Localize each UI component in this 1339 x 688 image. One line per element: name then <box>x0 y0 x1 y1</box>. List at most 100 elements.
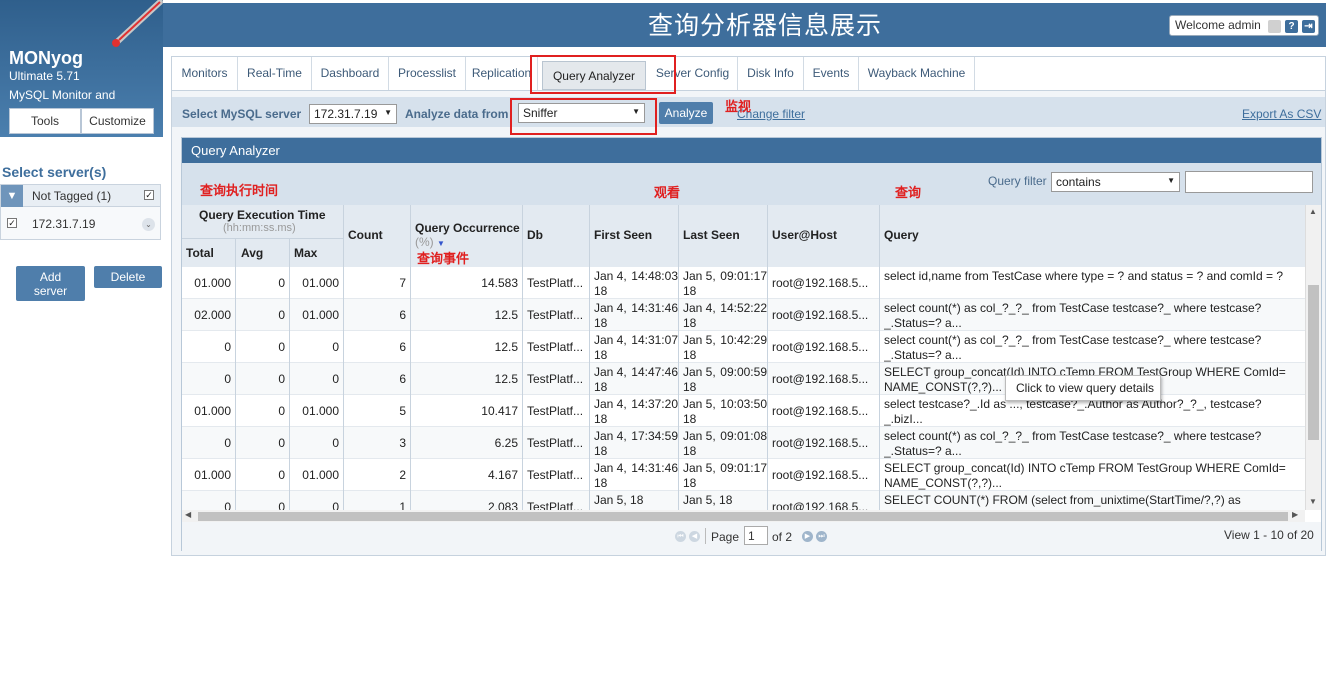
last-page-icon[interactable]: ⏭ <box>816 531 827 542</box>
tab-processlist[interactable]: Processlist <box>389 57 466 90</box>
scroll-left-icon[interactable]: ◀ <box>185 510 191 519</box>
cell-db: TestPlatf... <box>527 468 584 482</box>
tab-events[interactable]: Events <box>804 57 859 90</box>
query-filter-input[interactable] <box>1185 171 1313 193</box>
cell-last: Jan 5, 18 <box>683 493 733 507</box>
tools-button[interactable]: Tools <box>9 108 81 134</box>
table-row[interactable]: 0 0 0 3 6.25 TestPlatf... Jan 4, 18 17:34:59 Jan… <box>182 427 1305 459</box>
cell-db: TestPlatf... <box>527 404 584 418</box>
header-occurrence-unit: (%) <box>415 235 434 249</box>
delete-server-button[interactable]: Delete <box>94 266 162 288</box>
tab-disk-info[interactable]: Disk Info <box>738 57 804 90</box>
header-max[interactable]: Max <box>294 246 317 260</box>
header-count[interactable]: Count <box>348 228 383 242</box>
scroll-down-icon[interactable]: ▼ <box>1309 497 1317 506</box>
header-total[interactable]: Total <box>186 246 214 260</box>
cell-last: Jan 5, 18 09:01:08 <box>683 429 767 458</box>
query-filter-bar: Query filter contains ▼ <box>182 163 1321 205</box>
tab-real-time[interactable]: Real-Time <box>238 57 312 90</box>
scroll-right-icon[interactable]: ▶ <box>1292 510 1298 519</box>
cell-query: select count(*) as col_?_?_ from TestCas… <box>884 301 1262 330</box>
first-page-icon[interactable]: ⏮ <box>675 531 686 542</box>
settings-icon[interactable] <box>1268 20 1281 33</box>
query-filter-mode-select[interactable]: contains ▼ <box>1051 172 1180 192</box>
prev-page-icon[interactable]: ◀ <box>689 531 700 542</box>
table-row[interactable]: 0 0 0 1 2.083 TestPlatf... Jan 5, 18 Jan 5, 18 r… <box>182 491 1305 510</box>
thermometer-logo-icon <box>112 0 163 47</box>
header-exec-time: Query Execution Time <box>199 208 326 222</box>
group-checkbox[interactable]: ✓ <box>144 190 154 200</box>
cell-max: 0 <box>332 436 339 450</box>
cell-avg: 0 <box>278 404 285 418</box>
cell-count: 6 <box>399 372 406 386</box>
table-row[interactable]: 01.000 0 01.000 7 14.583 TestPlatf... Jan 4, 1… <box>182 267 1305 299</box>
cell-occ: 10.417 <box>481 404 518 418</box>
header-last-seen[interactable]: Last Seen <box>683 228 740 242</box>
tab-dashboard[interactable]: Dashboard <box>312 57 389 90</box>
header-db[interactable]: Db <box>527 228 543 242</box>
cell-max: 0 <box>332 372 339 386</box>
view-info: View 1 - 10 of 20 <box>1224 528 1314 542</box>
server-select[interactable]: 172.31.7.19 ▼ <box>309 104 397 124</box>
annotation-exec-time: 查询执行时间 <box>200 184 279 199</box>
cell-db: TestPlatf... <box>527 308 584 322</box>
group-row[interactable]: ▼ Not Tagged (1) ✓ <box>1 185 160 207</box>
header-user-host[interactable]: User@Host <box>772 228 837 242</box>
cell-count: 1 <box>399 500 406 510</box>
cell-user: root@192.168.5... <box>772 436 869 450</box>
add-server-button[interactable]: Add server <box>16 266 85 301</box>
cell-query: SELECT group_concat(Id) INTO cTemp FROM … <box>884 461 1286 490</box>
header-avg[interactable]: Avg <box>241 246 263 260</box>
cell-user: root@192.168.5... <box>772 340 869 354</box>
server-row[interactable]: ✓ 172.31.7.19 ⌄ <box>1 208 160 239</box>
cell-first: Jan 4, 18 17:34:59 <box>594 429 678 458</box>
annotation-monitor: 监视 <box>725 100 752 115</box>
cell-total: 0 <box>224 500 231 510</box>
table-row[interactable]: 01.000 0 01.000 2 4.167 TestPlatf... Jan 4, 18… <box>182 459 1305 491</box>
cell-total: 0 <box>224 372 231 386</box>
cell-occ: 12.5 <box>494 308 518 322</box>
cell-total: 0 <box>224 436 231 450</box>
cell-occ: 4.167 <box>487 468 518 482</box>
vertical-scroll-thumb[interactable] <box>1308 285 1319 440</box>
table-row[interactable]: 0 0 0 6 12.5 TestPlatf... Jan 4, 18 14:31:07 Jan… <box>182 331 1305 363</box>
dropdown-arrow-icon: ▼ <box>1167 176 1175 185</box>
tab-monitors[interactable]: Monitors <box>172 57 238 90</box>
horizontal-scroll-thumb[interactable] <box>198 512 1288 521</box>
analyze-button[interactable]: Analyze <box>659 102 713 124</box>
page-count: of 2 <box>772 530 793 544</box>
cell-total: 01.000 <box>194 468 231 482</box>
highlight-data-source <box>510 98 657 135</box>
tab-replication[interactable]: Replication <box>466 57 538 90</box>
server-checkbox[interactable]: ✓ <box>7 218 17 228</box>
horizontal-scrollbar[interactable]: ◀ ▶ <box>182 510 1305 522</box>
cell-occ: 12.5 <box>494 372 518 386</box>
brand-name: MONyog <box>9 48 83 68</box>
tab-wayback-machine[interactable]: Wayback Machine <box>859 57 975 90</box>
cell-max: 0 <box>332 500 339 510</box>
header-query[interactable]: Query <box>884 228 919 242</box>
cell-last: Jan 4, 18 14:52:22 <box>683 301 767 330</box>
table-row[interactable]: 02.000 0 01.000 6 12.5 TestPlatf... Jan 4, 18 1… <box>182 299 1305 331</box>
query-filter-mode-value: contains <box>1056 175 1101 189</box>
content-area: Select MySQL server 172.31.7.19 ▼ Analyze… <box>171 90 1326 556</box>
export-csv-link[interactable]: Export As CSV <box>1242 107 1321 121</box>
cell-query: select id,name from TestCase where type … <box>884 269 1283 283</box>
welcome-text: Welcome admin <box>1175 18 1261 32</box>
cell-max: 01.000 <box>302 404 339 418</box>
chevron-down-icon[interactable]: ▼ <box>1 185 23 207</box>
vertical-scrollbar[interactable]: ▲ ▼ <box>1305 205 1321 510</box>
help-icon[interactable]: ? <box>1285 20 1298 33</box>
cell-user: root@192.168.5... <box>772 308 869 322</box>
header-first-seen[interactable]: First Seen <box>594 228 652 242</box>
logout-icon[interactable]: ⇥ <box>1302 20 1315 33</box>
cell-db: TestPlatf... <box>527 276 584 290</box>
next-page-icon[interactable]: ▶ <box>802 531 813 542</box>
customize-button[interactable]: Customize <box>81 108 154 134</box>
server-expand-icon[interactable]: ⌄ <box>142 218 155 231</box>
cell-first: Jan 4, 18 14:31:46 <box>594 301 678 330</box>
brand-panel: MONyog Ultimate 5.71 MySQL Monitor and A… <box>0 0 163 137</box>
scroll-up-icon[interactable]: ▲ <box>1309 207 1317 216</box>
page-number-input[interactable]: 1 <box>744 526 768 545</box>
header-occurrence[interactable]: Query Occurrence (%) ▼ <box>415 221 520 251</box>
